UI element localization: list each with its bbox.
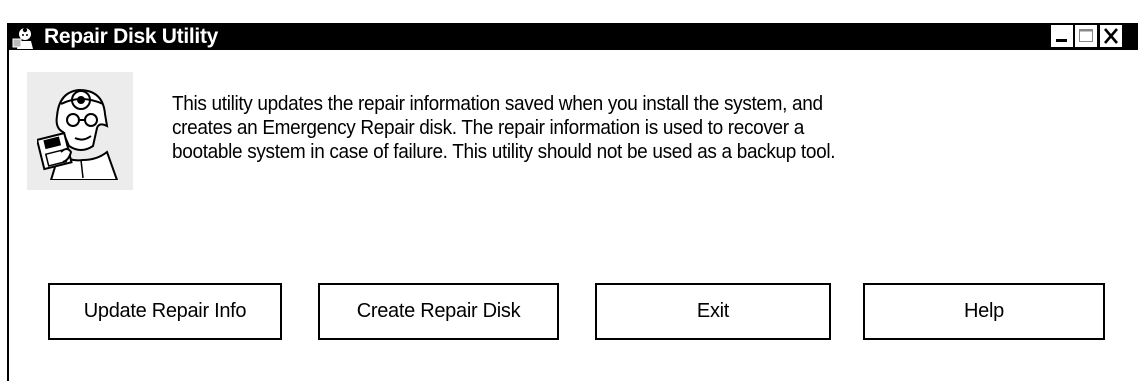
close-button[interactable] [1100,25,1122,47]
utility-description: This utility updates the repair informat… [172,92,970,164]
window-title: Repair Disk Utility [44,25,219,48]
repair-disk-utility-window: Repair Disk Utility This utility updates… [0,0,1138,381]
window-left-border [7,50,9,381]
repair-doctor-icon [11,25,37,49]
title-bar[interactable]: Repair Disk Utility [7,23,1138,50]
maximize-button[interactable] [1075,25,1097,47]
description-line: This utility updates the repair informat… [172,93,823,115]
maximize-icon [1079,29,1093,42]
close-icon [1104,28,1118,44]
minimize-button[interactable] [1051,25,1073,47]
create-repair-disk-button[interactable]: Create Repair Disk [318,283,559,340]
exit-button[interactable]: Exit [595,283,831,340]
utility-logo [27,72,133,190]
help-button[interactable]: Help [863,283,1105,340]
description-line: bootable system in case of failure. This… [172,141,836,163]
minimize-icon [1056,39,1067,42]
update-repair-info-button[interactable]: Update Repair Info [48,283,282,340]
description-line: creates an Emergency Repair disk. The re… [172,117,804,139]
doctor-with-disk-icon [37,88,119,180]
